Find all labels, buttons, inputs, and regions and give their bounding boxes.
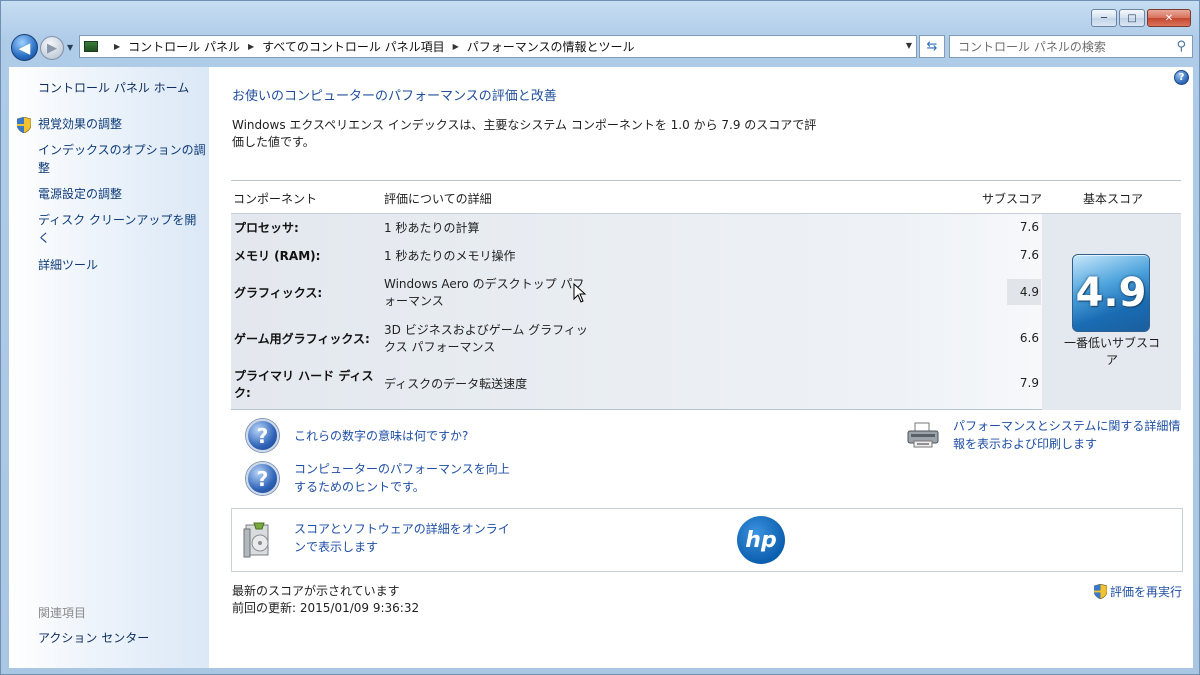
rerun-assessment-button[interactable]: 評価を再実行 bbox=[1093, 583, 1182, 600]
status-area: 最新のスコアが示されています 前回の更新: 2015/01/09 9:36:32 bbox=[232, 583, 419, 617]
row-subscore: 7.6 bbox=[1019, 220, 1039, 234]
table-header: コンポーネント 評価についての詳細 サブスコア 基本スコア bbox=[231, 180, 1181, 214]
row-subscore: 6.6 bbox=[1019, 331, 1039, 345]
search-box[interactable]: ⚲ bbox=[949, 35, 1193, 58]
control-panel-icon bbox=[84, 41, 98, 52]
online-details-link[interactable]: スコアとソフトウェアの詳細をオンラインで表示します bbox=[294, 520, 514, 556]
score-table: コンポーネント 評価についての詳細 サブスコア 基本スコア プロセッサ: 1 秒… bbox=[231, 180, 1181, 410]
mouse-cursor-icon bbox=[573, 283, 587, 303]
main-content: ? お使いのコンピューターのパフォーマンスの評価と改善 Windows エクスペ… bbox=[209, 67, 1193, 668]
row-details: ディスクのデータ転送速度 bbox=[384, 377, 528, 391]
table-body: プロセッサ: 1 秒あたりの計算 7.6 メモリ (RAM): 1 秒あたりのメ… bbox=[231, 214, 1181, 410]
chevron-down-icon[interactable]: ▼ bbox=[906, 41, 912, 50]
search-input[interactable] bbox=[958, 39, 1158, 54]
maximize-button[interactable]: □ bbox=[1119, 9, 1145, 27]
base-score-column: 4.9 一番低いサブスコア bbox=[1042, 214, 1181, 410]
chevron-right-icon[interactable]: ▶ bbox=[114, 42, 120, 51]
header-subscore: サブスコア bbox=[982, 192, 1043, 206]
window-frame: ─ □ ✕ ◀ ▶ ▼ ▶ コントロール パネル ▶ すべてのコントロール パネ… bbox=[0, 0, 1200, 675]
sidebar-item-indexing-options[interactable]: インデックスのオプションの調整 bbox=[38, 141, 206, 177]
related-heading: 関連項目 bbox=[38, 606, 87, 620]
caption-buttons: ─ □ ✕ bbox=[1091, 9, 1191, 27]
help-icon[interactable]: ? bbox=[1174, 70, 1189, 85]
intro-text: Windows エクスペリエンス インデックスは、主要なシステム コンポーネント… bbox=[232, 118, 817, 149]
row-details: 3D ビジネスおよびゲーム グラフィックス パフォーマンス bbox=[384, 323, 588, 354]
rerun-label[interactable]: 評価を再実行 bbox=[1110, 583, 1182, 600]
close-button[interactable]: ✕ bbox=[1147, 9, 1191, 27]
base-score-caption: 一番低いサブスコア bbox=[1064, 336, 1161, 367]
recent-pages-dropdown[interactable]: ▼ bbox=[67, 43, 73, 52]
back-button[interactable]: ◀ bbox=[11, 34, 38, 61]
sidebar: コントロール パネル ホーム 視覚効果の調整 インデックスのオプションの調整 電… bbox=[9, 67, 209, 668]
base-score-badge: 4.9 bbox=[1072, 254, 1150, 332]
question-icon: ? bbox=[246, 419, 279, 452]
row-component: メモリ (RAM): bbox=[234, 249, 321, 263]
row-details: 1 秒あたりの計算 bbox=[384, 221, 480, 235]
breadcrumb-control-panel[interactable]: コントロール パネル bbox=[128, 38, 240, 55]
header-component: コンポーネント bbox=[233, 192, 318, 206]
what-do-numbers-mean-link[interactable]: これらの数字の意味は何ですか? bbox=[294, 427, 468, 445]
minimize-button[interactable]: ─ bbox=[1091, 9, 1117, 27]
print-details-link[interactable]: パフォーマンスとシステムに関する詳細情報を表示および印刷します bbox=[953, 417, 1185, 453]
hp-logo-text: hp bbox=[745, 527, 777, 553]
performance-tips-link[interactable]: コンピューターのパフォーマンスを向上するためのヒントです。 bbox=[294, 460, 519, 496]
last-updated: 前回の更新: 2015/01/09 9:36:32 bbox=[232, 601, 420, 615]
row-component: グラフィックス: bbox=[234, 286, 323, 300]
address-bar[interactable]: ▶ コントロール パネル ▶ すべてのコントロール パネル項目 ▶ パフォーマン… bbox=[79, 35, 917, 58]
forward-button[interactable]: ▶ bbox=[40, 36, 64, 60]
question-icon: ? bbox=[246, 462, 279, 495]
refresh-button[interactable]: ⇆ bbox=[919, 35, 945, 58]
breadcrumb-all-items[interactable]: すべてのコントロール パネル項目 bbox=[262, 38, 445, 55]
page-title: お使いのコンピューターのパフォーマンスの評価と改善 bbox=[232, 89, 557, 104]
uac-shield-icon bbox=[1093, 584, 1107, 599]
refresh-icon: ⇆ bbox=[926, 39, 938, 54]
base-score-value: 4.9 bbox=[1075, 270, 1147, 316]
printer-icon bbox=[907, 422, 939, 448]
sidebar-item-power-settings[interactable]: 電源設定の調整 bbox=[38, 185, 206, 203]
row-subscore: 7.6 bbox=[1019, 248, 1039, 262]
status-text: 最新のスコアが示されています bbox=[232, 584, 400, 598]
chevron-right-icon[interactable]: ▶ bbox=[453, 42, 459, 51]
sidebar-control-panel-home[interactable]: コントロール パネル ホーム bbox=[38, 79, 206, 97]
online-info-panel: スコアとソフトウェアの詳細をオンラインで表示します hp bbox=[231, 508, 1183, 572]
breadcrumb-performance[interactable]: パフォーマンスの情報とツール bbox=[467, 38, 635, 55]
row-component: プライマリ ハード ディスク: bbox=[234, 369, 374, 400]
sidebar-item-visual-effects[interactable]: 視覚効果の調整 bbox=[38, 115, 206, 133]
sidebar-item-advanced-tools[interactable]: 詳細ツール bbox=[38, 256, 206, 274]
header-basescore: 基本スコア bbox=[1083, 192, 1144, 206]
row-subscore: 4.9 bbox=[1019, 285, 1039, 299]
search-icon[interactable]: ⚲ bbox=[1176, 39, 1186, 54]
header-details: 評価についての詳細 bbox=[384, 192, 492, 206]
sidebar-item-action-center[interactable]: アクション センター bbox=[38, 629, 206, 647]
row-component: プロセッサ: bbox=[234, 221, 299, 235]
uac-shield-icon bbox=[17, 117, 31, 133]
chevron-right-icon[interactable]: ▶ bbox=[248, 42, 254, 51]
row-details: 1 秒あたりのメモリ操作 bbox=[384, 249, 516, 263]
row-component: ゲーム用グラフィックス: bbox=[234, 332, 370, 346]
hp-logo: hp bbox=[737, 516, 785, 564]
row-details: Windows Aero のデスクトップ パフォーマンス bbox=[384, 277, 585, 308]
navigation-bar: ◀ ▶ ▼ ▶ コントロール パネル ▶ すべてのコントロール パネル項目 ▶ … bbox=[1, 31, 1200, 65]
software-box-icon bbox=[243, 522, 269, 558]
sidebar-item-disk-cleanup[interactable]: ディスク クリーンアップを開く bbox=[38, 211, 206, 247]
row-subscore: 7.9 bbox=[1019, 376, 1039, 390]
